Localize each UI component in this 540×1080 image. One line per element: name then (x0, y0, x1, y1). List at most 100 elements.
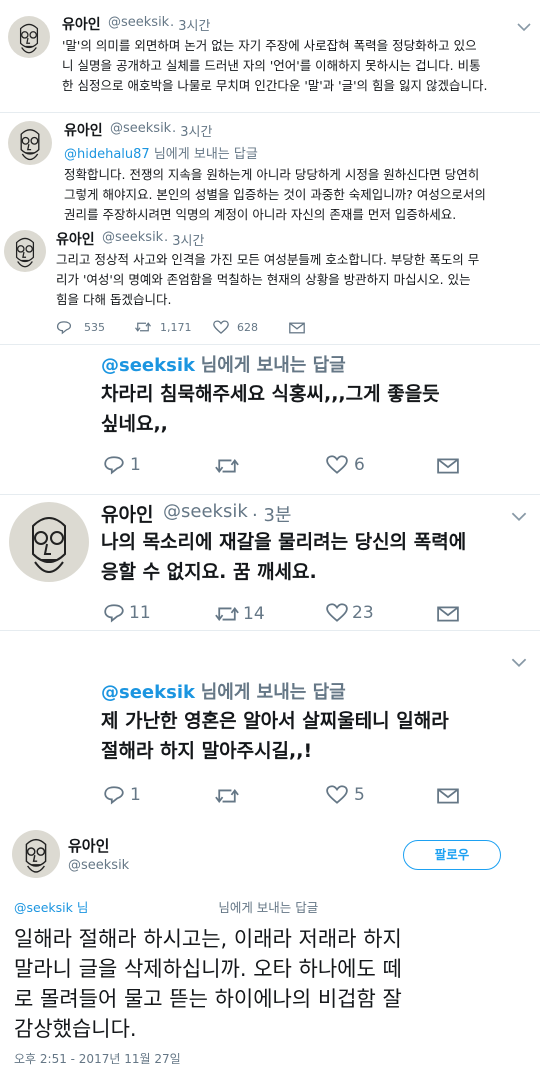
author-handle[interactable]: @seeksik (102, 230, 163, 245)
retweet-action[interactable]: 14 (213, 604, 265, 624)
retweet-count: 14 (243, 604, 265, 624)
avatar[interactable] (8, 121, 52, 165)
reply-icon (104, 604, 124, 623)
like-count: 628 (237, 321, 258, 334)
tweet-4: @seeksik 님에게 보내는 답글 차라리 침묵해주세요 식홍씨,,,그게 … (0, 345, 540, 495)
tweet-6: @seeksik 님에게 보내는 답글 제 가난한 영혼은 알아서 살찌울테니 … (0, 640, 540, 820)
like-action[interactable]: 5 (326, 785, 365, 805)
tweet-1: 유아인 @seeksik · 3시간 '말'의 의미를 외면하며 논거 없는 자… (0, 0, 540, 113)
reply-icon (104, 786, 124, 805)
heart-icon (326, 455, 348, 474)
tweet-line: 권리를 주장하시려면 익명의 계정이 아니라 자신의 존재를 먼저 입증하세요. (64, 207, 457, 222)
tweet-text: 차라리 침묵해주세요 식홍씨,,,그게 좋을듯 싶네요,, (101, 379, 440, 439)
retweet-action[interactable] (213, 786, 246, 806)
message-icon[interactable] (437, 458, 459, 474)
reply-label: 님에게 보내는 답글 (218, 900, 319, 915)
tweet-text: 제 가난한 영혼은 알아서 살찌울테니 일해라 절해라 하지 말아주시길,,! (101, 706, 449, 766)
author-name[interactable]: 유아인 (68, 835, 109, 856)
reply-icon (56, 321, 72, 335)
tweet-time[interactable]: · 3분 (252, 501, 291, 527)
tweet-7: 유아인 @seeksik 팔로우 @seeksik 님 님에게 보내는 답글 일… (0, 820, 540, 1080)
heart-icon (326, 785, 348, 804)
reply-action[interactable]: 535 (56, 320, 105, 335)
tweet-line: 그렇게 해야지요. 본인의 성별을 입증하는 것이 과중한 숙제입니까? 여성으… (64, 187, 486, 202)
reply-label: 님에게 보내는 답글 (153, 147, 258, 162)
author-handle[interactable]: @seeksik (163, 501, 248, 522)
tweet-time[interactable]: · 3시간 (170, 15, 210, 34)
retweet-icon (135, 322, 151, 332)
tweet-line: 절해라 하지 말아주시길,,! (101, 740, 313, 762)
tweet-2: 유아인 @seeksik · 3시간 @hidehalu87 님에게 보내는 답… (0, 113, 540, 226)
follow-button[interactable]: 팔로우 (403, 840, 501, 870)
tweet-text: 그리고 정상적 사고와 인격을 가진 모든 여성분들께 호소합니다. 부당한 폭… (56, 250, 479, 310)
author-handle[interactable]: @seeksik (110, 121, 171, 136)
reply-action[interactable]: 11 (103, 603, 151, 623)
tweet-text: 나의 목소리에 재갈을 물리려는 당신의 폭력에 응할 수 없지요. 꿈 깨세요… (101, 527, 466, 587)
message-icon[interactable] (437, 606, 459, 622)
reply-icon (104, 456, 124, 475)
tweet-line: 제 가난한 영혼은 알아서 살찌울테니 일해라 (101, 710, 449, 732)
like-action[interactable]: 628 (213, 320, 258, 335)
author-name[interactable]: 유아인 (62, 14, 101, 34)
tweet-line: 감상했습니다. (14, 1017, 137, 1041)
avatar[interactable] (12, 830, 60, 878)
author-handle[interactable]: @seeksik (68, 858, 129, 873)
tweet-line: 일해라 절해라 하시고는, 이래라 저래라 하지 (14, 927, 402, 951)
heart-icon (213, 320, 229, 334)
chevron-down-icon[interactable] (517, 22, 531, 32)
like-action[interactable]: 23 (326, 603, 374, 623)
reply-context: @seeksik 님 님에게 보내는 답글 (14, 897, 318, 916)
tweet-line: 정확합니다. 전쟁의 지속을 원하는게 아니라 당당하게 시정을 원하신다면 당… (64, 167, 480, 182)
reply-count: 535 (84, 321, 105, 334)
reply-action[interactable]: 1 (103, 455, 141, 475)
reply-handle-link[interactable]: @seeksik (101, 682, 195, 703)
retweet-icon (215, 788, 239, 804)
chevron-down-icon[interactable] (511, 657, 527, 668)
tweet-timestamp[interactable]: 오후 2:51 - 2017년 11월 27일 (14, 1050, 181, 1067)
reply-context: @hidehalu87 님에게 보내는 답글 (64, 143, 258, 162)
chevron-down-icon[interactable] (511, 511, 527, 522)
tweet-time[interactable]: · 3시간 (164, 230, 204, 249)
retweet-icon (215, 606, 239, 622)
tweet-line: 싶네요,, (101, 413, 168, 435)
tweet-line: 말라니 글을 삭제하십니까. 오타 하나에도 떼 (14, 957, 402, 981)
tweet-line: 그리고 정상적 사고와 인격을 가진 모든 여성분들께 호소합니다. 부당한 폭… (56, 252, 480, 267)
tweet-line: 힘을 다해 돕겠습니다. (56, 292, 172, 307)
tweet-line: 니 실명을 공개하고 실체를 드러낸 자의 '언어'를 이해하지 못하시는 겁니… (62, 58, 481, 73)
avatar[interactable] (4, 230, 46, 272)
reply-context: @seeksik 님에게 보내는 답글 (101, 678, 346, 704)
follow-button-label: 팔로우 (434, 847, 470, 862)
like-action[interactable]: 6 (326, 455, 365, 475)
reply-count: 1 (130, 785, 141, 805)
message-icon[interactable] (289, 322, 305, 334)
divider (0, 630, 540, 631)
reply-handle-link[interactable]: @seeksik 님 (14, 900, 88, 915)
author-handle[interactable]: @seeksik (108, 15, 169, 30)
tweet-time[interactable]: · 3시간 (172, 121, 212, 140)
retweet-action[interactable] (213, 456, 246, 476)
tweet-5: 유아인 @seeksik · 3분 나의 목소리에 재갈을 물리려는 당신의 폭… (0, 495, 540, 630)
tweet-line: 차라리 침묵해주세요 식홍씨,,,그게 좋을듯 (101, 383, 440, 405)
reply-count: 1 (130, 455, 141, 475)
tweet-text: '말'의 의미를 외면하며 논거 없는 자기 주장에 사로잡혀 폭력을 정당화하… (62, 36, 487, 96)
avatar[interactable] (8, 16, 50, 58)
tweet-text: 정확합니다. 전쟁의 지속을 원하는게 아니라 당당하게 시정을 원하신다면 당… (64, 165, 486, 225)
like-count: 5 (354, 785, 365, 805)
retweet-count: 1,171 (160, 320, 192, 334)
message-icon[interactable] (437, 788, 459, 804)
reply-context: @seeksik 님에게 보내는 답글 (101, 351, 346, 377)
retweet-action[interactable]: 1,171 (134, 320, 192, 334)
retweet-icon (215, 458, 239, 474)
author-name[interactable]: 유아인 (101, 500, 153, 527)
tweet-line: 나의 목소리에 재갈을 물리려는 당신의 폭력에 (101, 531, 467, 553)
avatar[interactable] (9, 502, 89, 582)
author-name[interactable]: 유아인 (56, 229, 95, 249)
author-name[interactable]: 유아인 (64, 120, 103, 140)
reply-action[interactable]: 1 (103, 785, 141, 805)
tweet-line: 응할 수 없지요. 꿈 깨세요. (101, 561, 317, 583)
reply-handle-link[interactable]: @hidehalu87 (64, 147, 150, 162)
reply-count: 11 (129, 603, 151, 623)
reply-handle-link[interactable]: @seeksik (101, 355, 195, 376)
heart-icon (326, 603, 348, 622)
reply-label: 님에게 보내는 답글 (200, 355, 346, 376)
